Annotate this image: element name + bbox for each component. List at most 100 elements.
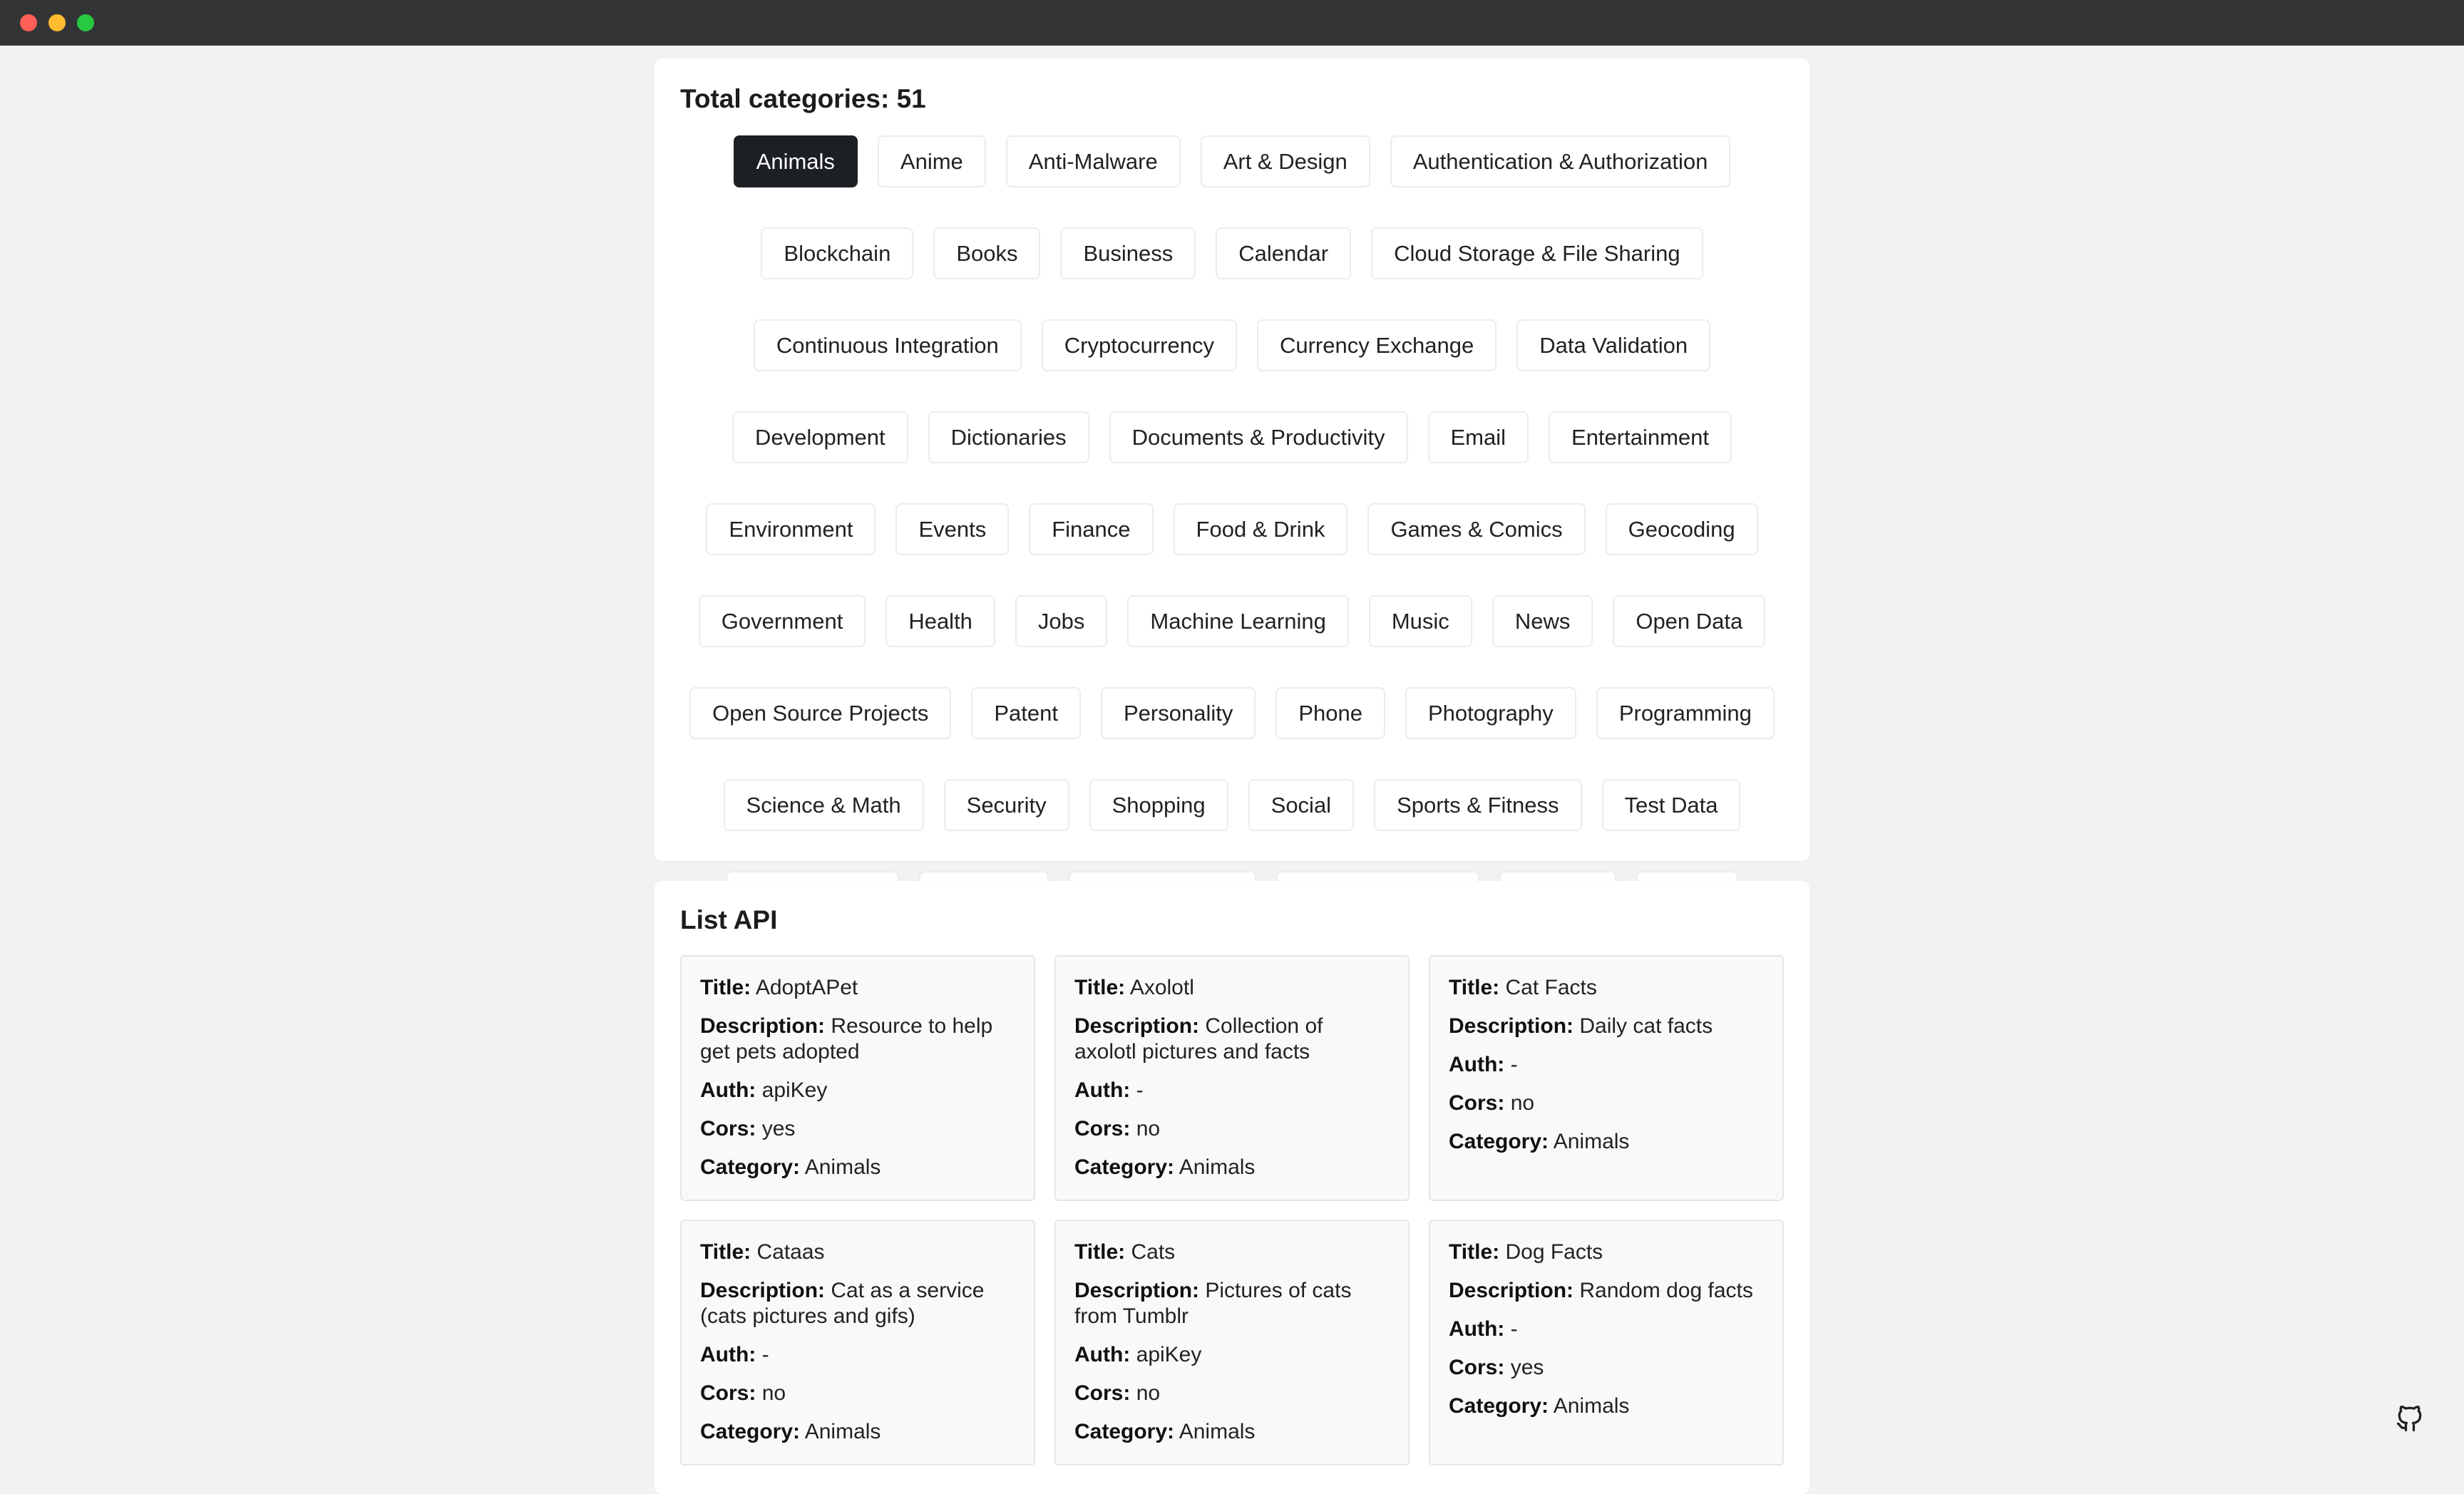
category-chip-jobs[interactable]: Jobs bbox=[1015, 595, 1108, 647]
category-chip-games-and-comics[interactable]: Games & Comics bbox=[1367, 503, 1586, 555]
category-chip-test-data[interactable]: Test Data bbox=[1601, 779, 1741, 831]
api-card-auth: Auth: - bbox=[1449, 1052, 1764, 1078]
maximize-window-button[interactable] bbox=[77, 14, 94, 31]
api-card-description-label: Description: bbox=[700, 1014, 826, 1038]
api-card-title-value: Cats bbox=[1131, 1240, 1176, 1264]
close-window-button[interactable] bbox=[20, 14, 37, 31]
api-card-title: Title: Cataas bbox=[700, 1240, 1015, 1265]
categories-panel: Total categories: 51 Animals Anime Anti-Ma… bbox=[654, 58, 1809, 1015]
category-chip-open-source-projects[interactable]: Open Source Projects bbox=[689, 687, 952, 739]
category-chip-open-data[interactable]: Open Data bbox=[1613, 595, 1766, 647]
api-card-cors: Cors: no bbox=[1074, 1381, 1390, 1406]
category-chip-entertainment[interactable]: Entertainment bbox=[1549, 411, 1732, 463]
api-card-cat-facts[interactable]: Title: Cat Facts Description: Daily cat f… bbox=[1429, 955, 1784, 1201]
category-chip-news[interactable]: News bbox=[1492, 595, 1593, 647]
api-card-auth-label: Auth: bbox=[1449, 1053, 1505, 1076]
category-chip-anime[interactable]: Anime bbox=[877, 135, 986, 187]
api-list-panel: List API Title: AdoptAPet Description: Re… bbox=[654, 881, 1809, 1494]
category-chip-shopping[interactable]: Shopping bbox=[1089, 779, 1228, 831]
category-chip-security[interactable]: Security bbox=[943, 779, 1069, 831]
category-chip-environment[interactable]: Environment bbox=[706, 503, 876, 555]
api-card-adoptapet[interactable]: Title: AdoptAPet Description: Resource to… bbox=[680, 955, 1035, 1201]
api-card-title-label: Title: bbox=[700, 976, 751, 999]
api-card-title-value: AdoptAPet bbox=[755, 976, 858, 999]
category-chip-dictionaries[interactable]: Dictionaries bbox=[928, 411, 1089, 463]
category-chip-phone[interactable]: Phone bbox=[1275, 687, 1385, 739]
api-card-cors-label: Cors: bbox=[1074, 1117, 1131, 1140]
api-card-description-value: Random dog facts bbox=[1579, 1279, 1753, 1302]
api-card-category-label: Category: bbox=[1449, 1130, 1549, 1153]
github-icon[interactable] bbox=[2394, 1403, 2426, 1434]
api-card-title: Title: Axolotl bbox=[1074, 975, 1390, 1001]
category-chip-government[interactable]: Government bbox=[698, 595, 866, 647]
category-chip-animals[interactable]: Animals bbox=[733, 135, 858, 187]
category-chip-cloud-storage-and-file-sharing[interactable]: Cloud Storage & File Sharing bbox=[1371, 227, 1703, 279]
category-chip-data-validation[interactable]: Data Validation bbox=[1516, 319, 1711, 371]
api-card-auth-label: Auth: bbox=[1074, 1343, 1131, 1366]
api-card-title-value: Axolotl bbox=[1129, 976, 1194, 999]
category-chip-science-and-math[interactable]: Science & Math bbox=[723, 779, 924, 831]
api-card-cors-value: yes bbox=[761, 1117, 796, 1140]
category-chip-geocoding[interactable]: Geocoding bbox=[1605, 503, 1758, 555]
api-card-category: Category: Animals bbox=[700, 1419, 1015, 1445]
api-card-cors: Cors: no bbox=[1074, 1116, 1390, 1142]
api-card-description-label: Description: bbox=[1074, 1279, 1200, 1302]
category-chip-continuous-integration[interactable]: Continuous Integration bbox=[753, 319, 1022, 371]
category-chip-email[interactable]: Email bbox=[1427, 411, 1529, 463]
category-chip-events[interactable]: Events bbox=[895, 503, 1010, 555]
category-chip-food-and-drink[interactable]: Food & Drink bbox=[1173, 503, 1348, 555]
api-card-cors: Cors: yes bbox=[1449, 1355, 1764, 1381]
api-card-cors-label: Cors: bbox=[700, 1381, 756, 1405]
category-chip-personality[interactable]: Personality bbox=[1101, 687, 1256, 739]
api-card-category: Category: Animals bbox=[1449, 1393, 1764, 1419]
category-chip-patent[interactable]: Patent bbox=[971, 687, 1081, 739]
api-card-description: Description: Collection of axolotl pictu… bbox=[1074, 1014, 1390, 1065]
api-card-description-label: Description: bbox=[1074, 1014, 1200, 1038]
category-chip-finance[interactable]: Finance bbox=[1029, 503, 1154, 555]
category-chip-calendar[interactable]: Calendar bbox=[1216, 227, 1352, 279]
api-card-cataas[interactable]: Title: Cataas Description: Cat as a servi… bbox=[680, 1220, 1035, 1465]
api-card-category-value: Animals bbox=[1179, 1420, 1256, 1443]
api-card-axolotl[interactable]: Title: Axolotl Description: Collection of… bbox=[1054, 955, 1410, 1201]
categories-heading: Total categories: 51 bbox=[680, 84, 926, 113]
category-chip-health[interactable]: Health bbox=[885, 595, 995, 647]
category-chip-blockchain[interactable]: Blockchain bbox=[761, 227, 914, 279]
api-card-dog-facts[interactable]: Title: Dog Facts Description: Random dog … bbox=[1429, 1220, 1784, 1465]
api-card-category-value: Animals bbox=[1553, 1130, 1630, 1153]
api-card-auth: Auth: - bbox=[700, 1342, 1015, 1368]
api-card-description-value: Daily cat facts bbox=[1579, 1014, 1713, 1038]
category-chip-authentication-and-authorization[interactable]: Authentication & Authorization bbox=[1390, 135, 1731, 187]
api-card-category-value: Animals bbox=[804, 1420, 881, 1443]
category-chip-documents-and-productivity[interactable]: Documents & Productivity bbox=[1109, 411, 1408, 463]
category-chip-social[interactable]: Social bbox=[1248, 779, 1355, 831]
api-card-auth: Auth: - bbox=[1449, 1317, 1764, 1342]
category-chip-art-and-design[interactable]: Art & Design bbox=[1200, 135, 1370, 187]
api-card-title: Title: Cat Facts bbox=[1449, 975, 1764, 1001]
api-card-description: Description: Resource to help get pets a… bbox=[700, 1014, 1015, 1065]
api-card-title-value: Dog Facts bbox=[1505, 1240, 1603, 1264]
category-chip-development[interactable]: Development bbox=[732, 411, 908, 463]
api-card-cors-value: no bbox=[1136, 1381, 1161, 1405]
category-chip-currency-exchange[interactable]: Currency Exchange bbox=[1256, 319, 1497, 371]
api-card-category-label: Category: bbox=[700, 1420, 801, 1443]
minimize-window-button[interactable] bbox=[48, 14, 66, 31]
category-chip-photography[interactable]: Photography bbox=[1405, 687, 1576, 739]
category-chip-anti-malware[interactable]: Anti-Malware bbox=[1005, 135, 1181, 187]
api-card-auth-label: Auth: bbox=[1074, 1078, 1131, 1102]
category-chip-machine-learning[interactable]: Machine Learning bbox=[1127, 595, 1349, 647]
api-card-auth: Auth: apiKey bbox=[700, 1078, 1015, 1103]
api-card-auth-value: apiKey bbox=[761, 1078, 828, 1102]
api-card-category-value: Animals bbox=[1553, 1394, 1630, 1418]
category-chip-business[interactable]: Business bbox=[1060, 227, 1196, 279]
category-chip-books[interactable]: Books bbox=[933, 227, 1041, 279]
api-card-cors-value: no bbox=[761, 1381, 786, 1405]
category-chip-cryptocurrency[interactable]: Cryptocurrency bbox=[1041, 319, 1237, 371]
api-card-category-label: Category: bbox=[1074, 1155, 1175, 1179]
category-chip-programming[interactable]: Programming bbox=[1596, 687, 1775, 739]
api-card-auth: Auth: apiKey bbox=[1074, 1342, 1390, 1368]
api-card-title-label: Title: bbox=[1449, 976, 1500, 999]
api-card-auth-label: Auth: bbox=[700, 1078, 756, 1102]
category-chip-sports-and-fitness[interactable]: Sports & Fitness bbox=[1374, 779, 1582, 831]
category-chip-music[interactable]: Music bbox=[1368, 595, 1472, 647]
api-card-cats[interactable]: Title: Cats Description: Pictures of cats… bbox=[1054, 1220, 1410, 1465]
